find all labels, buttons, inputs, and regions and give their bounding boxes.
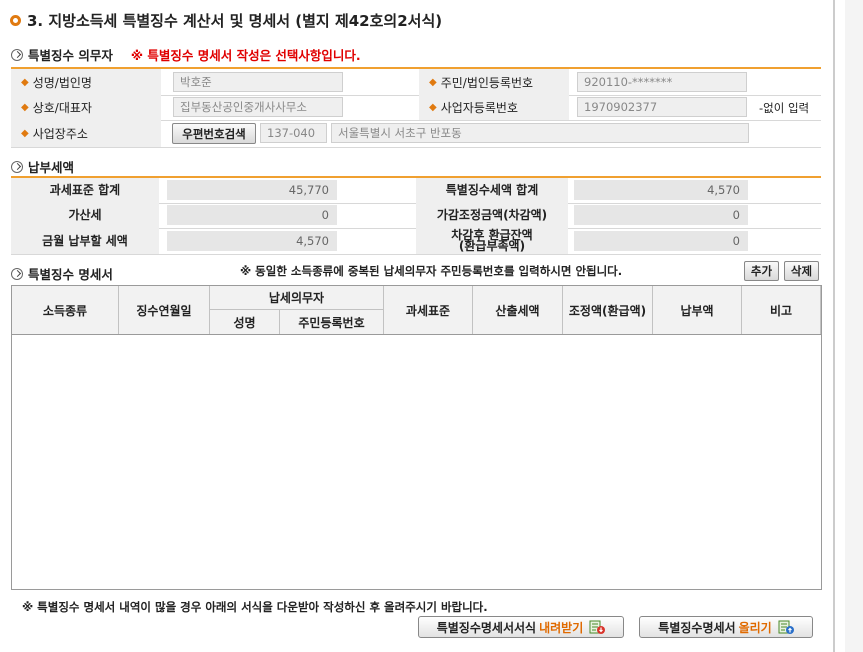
circle-bullet-icon: [10, 15, 21, 26]
add-row-button[interactable]: 추가: [744, 261, 779, 281]
trade-field[interactable]: 집부동산공인중개사사무소: [173, 97, 343, 117]
page-title-text: 3. 지방소득세 특별징수 계산서 및 명세서 (별지 제42호의2서식): [27, 12, 443, 30]
section-details-title: 특별징수 명세서: [28, 267, 113, 282]
addr-label: ◆ 사업장주소: [11, 120, 161, 147]
withheld-total-label: 특별징수세액 합계: [416, 178, 568, 203]
download-label: 특별징수명세서서식: [436, 620, 537, 635]
section-obligor-header: 특별징수 의무자 ※ 특별징수 명세서 작성은 선택사항입니다.: [11, 45, 361, 64]
base-total-field[interactable]: 45,770: [167, 180, 337, 200]
address-field[interactable]: 서울특별시 서초구 반포동: [331, 123, 749, 143]
trade-label: ◆ 상호/대표자: [11, 95, 161, 120]
addtax-label: 가산세: [11, 203, 159, 228]
details-table-header: 소득종류 징수연월일 납세의무자 성명 주민등록번호 과세표준 산출세액 조정액…: [12, 286, 821, 335]
footer-notice: ※ 특별징수 명세서 내역이 많을 경우 아래의 서식을 다운받아 작성하신 후…: [22, 600, 488, 614]
upload-label: 특별징수명세서: [658, 620, 736, 635]
scrollbar[interactable]: [845, 0, 863, 652]
name-label-text: 성명/법인명: [32, 75, 92, 90]
section-details-header: 특별징수 명세서: [11, 264, 113, 283]
refund-label-line2: (환급부족액): [458, 239, 526, 253]
divider: [833, 0, 835, 652]
payment-row-3: 금월 납부할 세액 4,570 차감후 환급잔액 (환급부족액) 0: [11, 228, 821, 255]
col-tax-base[interactable]: 과세표준: [384, 286, 473, 334]
obligor-row-2: ◆ 상호/대표자 집부동산공인중개사사무소 ◆ 사업자등록번호 1970902377…: [11, 95, 821, 121]
download-form-button[interactable]: 특별징수명세서서식 내려받기: [418, 616, 624, 638]
withheld-total-field[interactable]: 4,570: [574, 180, 748, 200]
page-title: 3. 지방소득세 특별징수 계산서 및 명세서 (별지 제42호의2서식): [10, 10, 442, 31]
col-note[interactable]: 비고: [742, 286, 821, 334]
refund-field[interactable]: 0: [574, 231, 748, 251]
bizno-hint: -없이 입력: [759, 101, 810, 115]
zip-search-button[interactable]: 우편번호검색: [172, 123, 256, 144]
obligor-row-1: ◆ 성명/법인명 박호준 ◆ 주민/법인등록번호 920110-*******: [11, 69, 821, 96]
download-icon: [589, 620, 606, 634]
col-income-type[interactable]: 소득종류: [12, 286, 119, 334]
upload-icon: [778, 620, 794, 634]
circle-arrow-icon: [11, 160, 23, 173]
circle-arrow-icon: [11, 48, 23, 61]
pay-field[interactable]: 4,570: [167, 231, 337, 251]
upload-form-button[interactable]: 특별징수명세서 올리기: [639, 616, 813, 638]
duplicate-notice: ※ 동일한 소득종류에 중복된 납세의무자 주민등록번호를 입력하시면 안됩니다…: [240, 264, 623, 278]
addr-label-text: 사업장주소: [32, 127, 88, 141]
pay-label: 금월 납부할 세액: [11, 228, 159, 254]
bizno-label: ◆ 사업자등록번호: [419, 95, 569, 120]
col-collect-month[interactable]: 징수연월일: [119, 286, 210, 334]
col-taxpayer: 납세의무자: [210, 286, 384, 310]
rrn-label: ◆ 주민/법인등록번호: [419, 69, 569, 95]
section-payment-header: 납부세액: [11, 157, 74, 176]
payment-row-1: 과세표준 합계 45,770 특별징수세액 합계 4,570: [11, 178, 821, 204]
details-table: 소득종류 징수연월일 납세의무자 성명 주민등록번호 과세표준 산출세액 조정액…: [11, 285, 822, 590]
download-highlight: 내려받기: [539, 620, 584, 635]
optional-notice: ※ 특별징수 명세서 작성은 선택사항입니다.: [130, 48, 361, 63]
obligor-row-3: ◆ 사업장주소 우편번호검색 137-040 서울특별시 서초구 반포동: [11, 120, 821, 148]
col-calc-tax[interactable]: 산출세액: [473, 286, 563, 334]
zip-field[interactable]: 137-040: [260, 123, 327, 143]
bizno-field[interactable]: 1970902377: [577, 97, 747, 117]
rrn-field[interactable]: 920110-*******: [577, 72, 747, 92]
col-adjust[interactable]: 조정액(환급액): [563, 286, 653, 334]
circle-arrow-icon: [11, 267, 23, 280]
adjust-field[interactable]: 0: [574, 205, 748, 225]
col-taxpayer-name[interactable]: 성명: [210, 310, 280, 334]
name-label: ◆ 성명/법인명: [11, 69, 161, 95]
col-paid[interactable]: 납부액: [653, 286, 742, 334]
name-field[interactable]: 박호준: [173, 72, 343, 92]
trade-label-text: 상호/대표자: [32, 101, 92, 115]
rrn-label-text: 주민/법인등록번호: [440, 75, 534, 90]
bizno-label-text: 사업자등록번호: [440, 101, 518, 115]
payment-row-2: 가산세 0 가감조정금액(차감액) 0: [11, 203, 821, 229]
refund-label: 차감후 환급잔액 (환급부족액): [416, 228, 568, 254]
adjust-label: 가감조정금액(차감액): [416, 203, 568, 228]
base-total-label: 과세표준 합계: [11, 178, 159, 203]
col-taxpayer-rrn[interactable]: 주민등록번호: [280, 310, 384, 334]
upload-highlight: 올리기: [738, 620, 772, 635]
addtax-field[interactable]: 0: [167, 205, 337, 225]
section-obligor-title: 특별징수 의무자: [28, 48, 113, 63]
delete-row-button[interactable]: 삭제: [784, 261, 819, 281]
section-payment-title: 납부세액: [28, 160, 75, 175]
